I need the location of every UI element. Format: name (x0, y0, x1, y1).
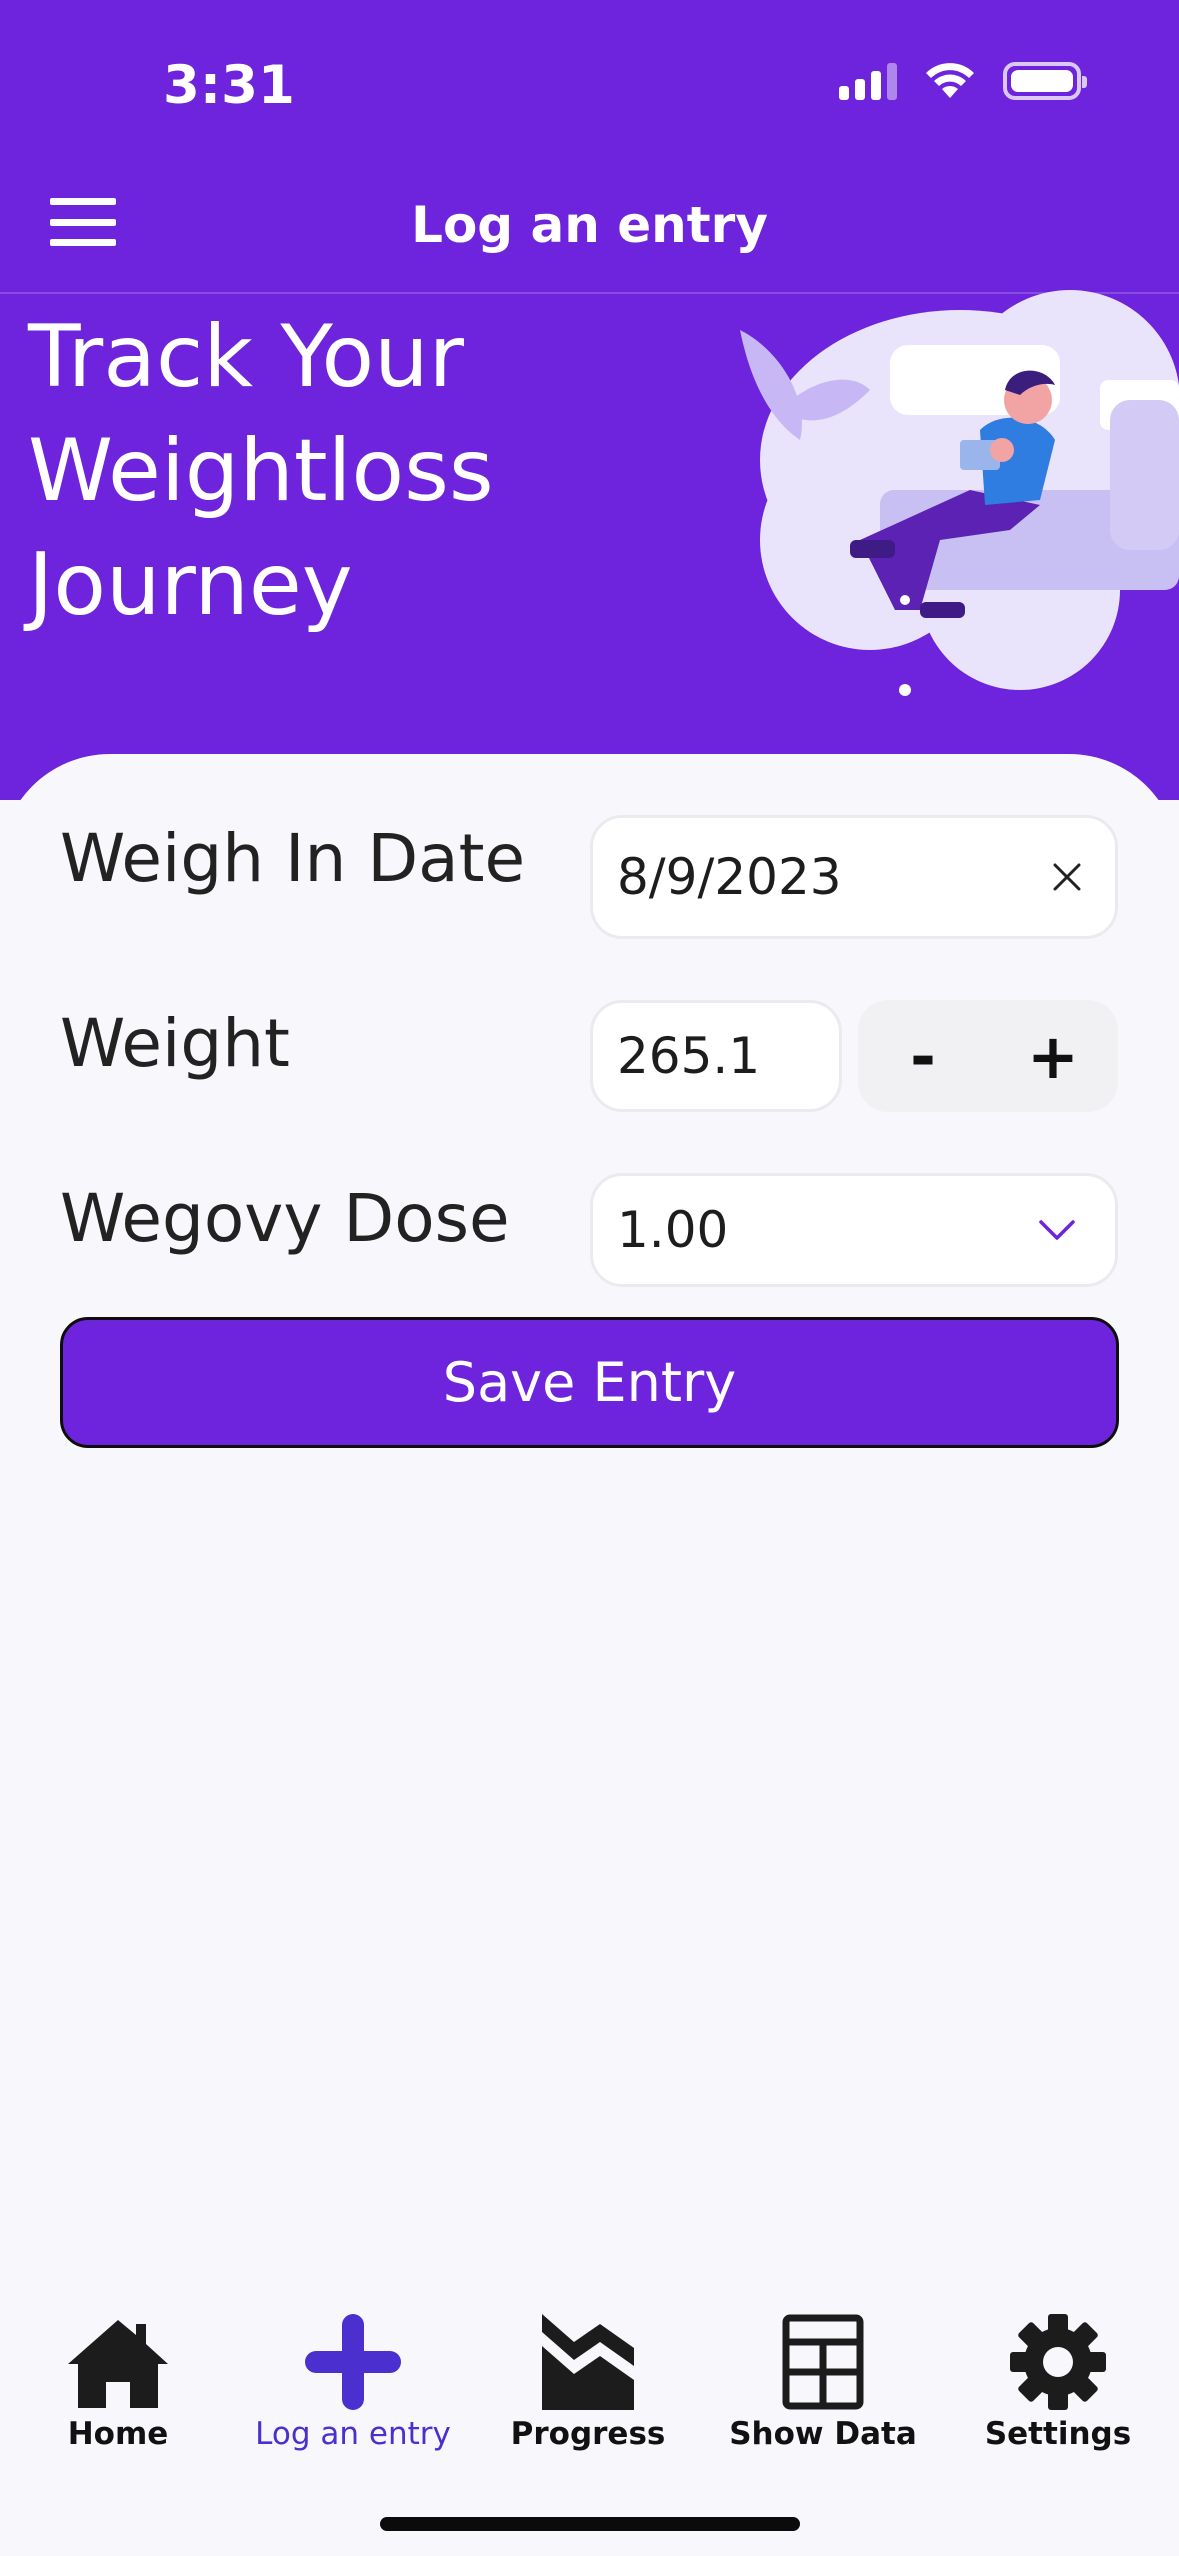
tab-home[interactable]: Home (3, 2312, 233, 2472)
date-field[interactable]: 8/9/2023 (590, 815, 1118, 939)
weight-input[interactable]: 265.1 (590, 1000, 842, 1112)
person-relaxing-illustration (740, 290, 1179, 696)
hero-title: Track Your Weightloss Journey (28, 307, 494, 635)
tab-label: Progress (510, 2416, 666, 2452)
dose-select[interactable]: 1.00 (590, 1173, 1118, 1287)
home-indicator[interactable] (380, 2517, 800, 2531)
battery-icon (1003, 62, 1087, 100)
weight-label: Weight (60, 1005, 290, 1082)
page-title: Log an entry (411, 196, 768, 254)
tab-show-data[interactable]: Show Data (708, 2312, 938, 2472)
date-value: 8/9/2023 (617, 848, 842, 906)
status-time: 3:31 (163, 55, 295, 116)
weight-value: 265.1 (617, 1027, 761, 1085)
home-icon (68, 2320, 168, 2408)
tab-label: Home (67, 2416, 169, 2452)
table-icon (782, 2314, 864, 2410)
weight-stepper: - + (858, 1000, 1118, 1112)
gear-icon (1010, 2314, 1106, 2410)
wifi-icon (926, 63, 974, 98)
tab-settings[interactable]: Settings (943, 2312, 1173, 2472)
clear-icon[interactable] (1049, 859, 1085, 895)
increment-button[interactable]: + (988, 1000, 1118, 1112)
cellular-signal-icon (839, 62, 897, 100)
save-entry-button[interactable]: Save Entry (60, 1317, 1119, 1448)
tab-log-an-entry[interactable]: Log an entry (238, 2312, 468, 2472)
weigh-in-date-label: Weigh In Date (60, 820, 526, 897)
decrement-button[interactable]: - (858, 1000, 988, 1112)
tab-progress[interactable]: Progress (473, 2312, 703, 2472)
tab-label: Log an entry (255, 2416, 451, 2452)
wegovy-dose-label: Wegovy Dose (60, 1180, 510, 1257)
chart-icon (542, 2314, 634, 2410)
chevron-down-icon (1039, 1220, 1075, 1240)
entry-card (0, 754, 1179, 2284)
tab-label: Show Data (729, 2416, 917, 2452)
tab-label: Settings (984, 2416, 1132, 2452)
tab-bar: Home Log an entry Progress Show Data Set… (0, 2300, 1179, 2500)
plus-icon (305, 2314, 401, 2410)
status-icons (839, 62, 1087, 100)
